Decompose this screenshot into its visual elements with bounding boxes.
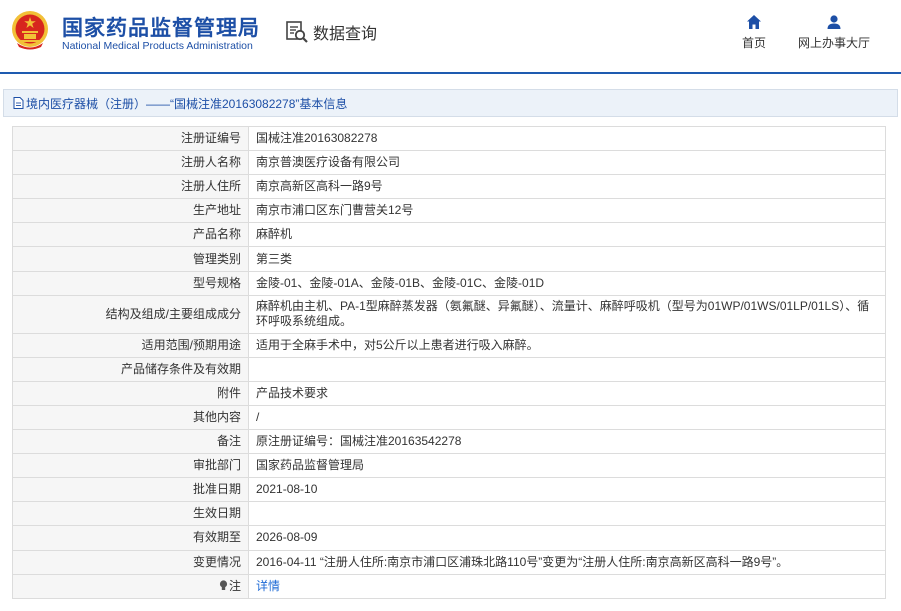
row-value: 产品技术要求 [248,380,886,406]
table-row: 产品名称 麻醉机 [12,222,886,248]
data-query-label: 数据查询 [313,26,378,43]
table-row: 其他内容 / [12,404,886,431]
table-row: 注册人住所 南京高新区高科一路9号 [12,174,886,200]
row-value: / [248,404,886,431]
table-row: 注册人名称 南京普澳医疗设备有限公司 [12,150,886,176]
user-icon [827,15,841,29]
table-row: 型号规格 金陵-01、金陵-01A、金陵-01B、金陵-01C、金陵-01D [12,270,886,296]
row-value [248,356,886,382]
table-row: 产品储存条件及有效期 [12,356,886,382]
brand-title-en: National Medical Products Administration [62,40,253,52]
row-label: 审批部门 [12,453,249,479]
nav-home-label: 首页 [741,36,766,50]
row-value: 详情 [248,573,886,599]
note-label: 注 [228,578,241,593]
site-header: 国家药品监督管理局 National Medical Products Admi… [0,0,901,74]
row-value: 第三类 [248,246,886,272]
table-row: 管理类别 第三类 [12,246,886,272]
row-label: 生产地址 [12,198,249,224]
row-label: 注册人名称 [12,150,249,176]
row-label: 型号规格 [12,270,249,296]
row-label: 注册人住所 [12,174,249,200]
row-label: 生效日期 [12,501,249,527]
table-row: 注 详情 [12,573,886,599]
data-query-link[interactable]: 数据查询 [285,19,377,45]
row-value: 国械注准20163082278 [248,125,886,152]
data-search-icon [286,21,308,43]
row-label: 适用范围/预期用途 [12,332,249,358]
row-value: 国家药品监督管理局 [248,453,886,479]
row-value: 南京高新区高科一路9号 [248,174,886,200]
row-value: 2021-08-10 [248,477,886,503]
home-icon [747,15,761,29]
row-value: 南京市浦口区东门曹营关12号 [248,198,886,224]
table-row: 附件 产品技术要求 [12,380,886,406]
nav-home[interactable]: 首页 [733,14,775,52]
row-label: 其他内容 [12,404,249,431]
row-value: 2026-08-09 [248,525,886,551]
table-row: 审批部门 国家药品监督管理局 [12,453,886,479]
row-label: 产品储存条件及有效期 [12,356,249,382]
registration-detail-table: 注册证编号 国械注准20163082278 注册人名称 南京普澳医疗设备有限公司 注… [12,125,886,599]
row-label: 备注 [12,429,249,455]
nav-online-hall-label: 网上办事大厅 [797,36,870,50]
row-label: 注册证编号 [12,125,249,152]
table-row: 结构及组成/主要组成成分 麻醉机由主机、PA-1型麻醉蒸发器（氨氟醚、异氟醚）、流… [12,294,886,334]
table-row: 变更情况 2016-04-11 “注册人住所:南京市浦口区浦珠北路110号”变更为… [12,549,886,575]
row-value: 适用于全麻手术中，对5公斤以上患者进行吸入麻醉。 [248,332,886,358]
row-value: 麻醉机 [248,222,886,248]
document-icon [13,97,24,109]
table-row: 适用范围/预期用途 适用于全麻手术中，对5公斤以上患者进行吸入麻醉。 [12,332,886,358]
table-row: 批准日期 2021-08-10 [12,477,886,503]
table-row: 有效期至 2026-08-09 [12,525,886,551]
row-value: 金陵-01、金陵-01A、金陵-01B、金陵-01C、金陵-01D [248,270,886,296]
row-label: 变更情况 [12,549,249,575]
table-row: 生效日期 [12,501,886,527]
details-link[interactable]: 详情 [256,579,280,593]
row-label: 附件 [12,380,249,406]
table-row: 注册证编号 国械注准20163082278 [12,125,886,152]
breadcrumb: 境内医疗器械（注册）——“国械注准20163082278”基本信息 [3,89,898,117]
row-value [248,501,886,527]
row-label: 结构及组成/主要组成成分 [12,294,249,334]
breadcrumb-text: 境内医疗器械（注册）——“国械注准20163082278”基本信息 [26,96,348,111]
row-label-note: 注 [12,573,249,599]
row-label: 批准日期 [12,477,249,503]
table-row: 备注 原注册证编号：国械注准20163542278 [12,429,886,455]
brand-title-cn: 国家药品监督管理局 [62,17,260,40]
row-label: 管理类别 [12,246,249,272]
row-value: 2016-04-11 “注册人住所:南京市浦口区浦珠北路110号”变更为“注册人… [248,549,886,575]
table-row: 生产地址 南京市浦口区东门曹营关12号 [12,198,886,224]
nav-online-hall[interactable]: 网上办事大厅 [794,14,874,52]
row-value: 麻醉机由主机、PA-1型麻醉蒸发器（氨氟醚、异氟醚）、流量计、麻醉呼吸机（型号为… [248,294,886,334]
lightbulb-icon [219,580,228,590]
row-value: 南京普澳医疗设备有限公司 [248,150,886,176]
row-label: 产品名称 [12,222,249,248]
row-label: 有效期至 [12,525,249,551]
national-emblem-icon [12,11,48,50]
row-value: 原注册证编号：国械注准20163542278 [248,429,886,455]
